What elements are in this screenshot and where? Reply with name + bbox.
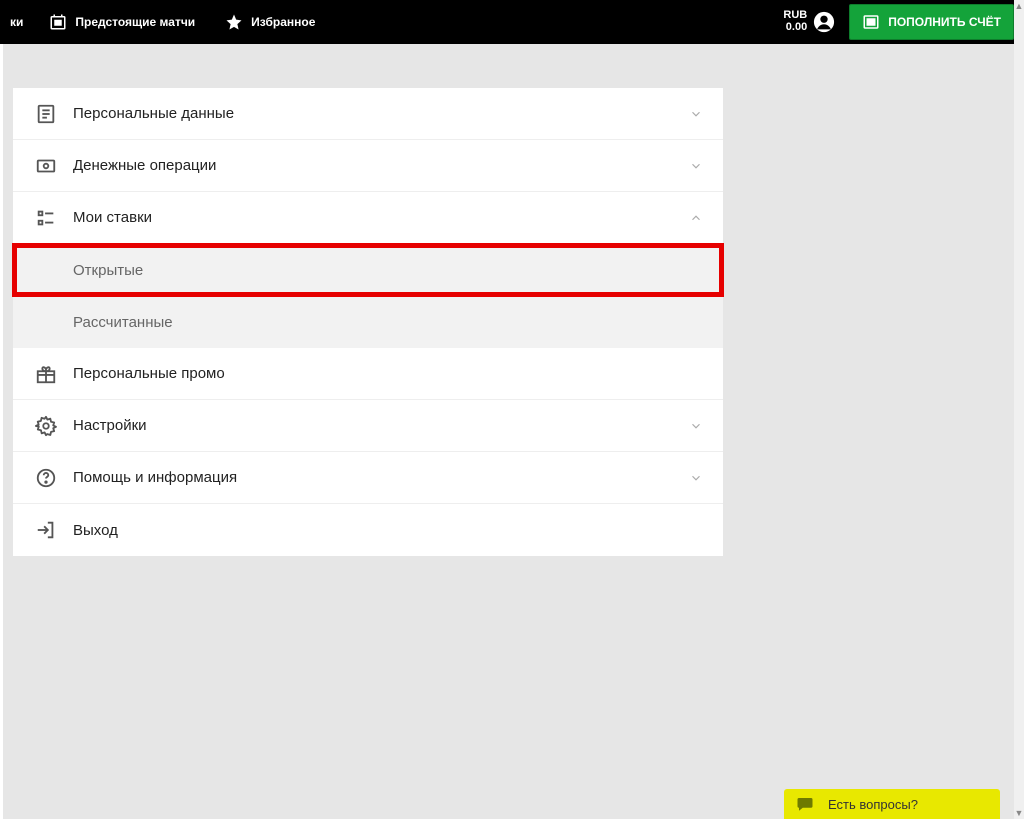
nav-upcoming-label: Предстоящие матчи [75, 15, 195, 29]
menu-label: Выход [73, 522, 703, 539]
nav-fragment-label: ки [10, 15, 23, 29]
menu-label: Персональные данные [73, 105, 689, 122]
submenu-settled-bets[interactable]: Рассчитанные [13, 296, 723, 348]
nav-favorites[interactable]: Избранное [225, 13, 315, 31]
submenu-open-bets[interactable]: Открытые [13, 244, 723, 296]
chevron-down-icon [689, 471, 703, 485]
balance-value: 0.00 [783, 22, 807, 34]
nav-fragment[interactable]: ки [10, 15, 23, 29]
calendar-icon [49, 13, 67, 31]
gear-icon [35, 415, 57, 437]
submenu-label: Рассчитанные [73, 314, 173, 331]
scroll-down-icon[interactable]: ▼ [1014, 807, 1024, 819]
scrollbar[interactable]: ▲ ▼ [1014, 0, 1024, 819]
document-icon [35, 103, 57, 125]
chat-icon [796, 795, 814, 813]
menu-label: Настройки [73, 417, 689, 434]
menu-help[interactable]: Помощь и информация [13, 452, 723, 504]
content-area: Персональные данные Денежные операции Мо… [3, 44, 1014, 819]
menu-settings[interactable]: Настройки [13, 400, 723, 452]
deposit-button[interactable]: ПОПОЛНИТЬ СЧЁТ [849, 4, 1014, 40]
menu-label: Персональные промо [73, 365, 703, 382]
nav-favorites-label: Избранное [251, 15, 315, 29]
scroll-up-icon[interactable]: ▲ [1014, 0, 1024, 12]
menu-logout[interactable]: Выход [13, 504, 723, 556]
submenu-label: Открытые [73, 262, 143, 279]
menu-personal-promo[interactable]: Персональные промо [13, 348, 723, 400]
logout-icon [35, 519, 57, 541]
chat-widget[interactable]: Есть вопросы? [784, 789, 1000, 819]
menu-personal-data[interactable]: Персональные данные [13, 88, 723, 140]
chevron-up-icon [689, 211, 703, 225]
help-icon [35, 467, 57, 489]
menu-my-bets[interactable]: Мои ставки [13, 192, 723, 244]
deposit-label: ПОПОЛНИТЬ СЧЁТ [888, 15, 1001, 29]
list-icon [35, 207, 57, 229]
chevron-down-icon [689, 107, 703, 121]
menu-money-ops[interactable]: Денежные операции [13, 140, 723, 192]
account-icon[interactable] [813, 11, 835, 33]
gift-icon [35, 363, 57, 385]
star-icon [225, 13, 243, 31]
balance-display: RUB 0.00 [783, 10, 807, 33]
my-bets-submenu: Открытые Рассчитанные [13, 244, 723, 348]
menu-label: Помощь и информация [73, 469, 689, 486]
topbar: ки Предстоящие матчи Избранное RUB 0.00 … [0, 0, 1024, 44]
chevron-down-icon [689, 159, 703, 173]
menu-label: Мои ставки [73, 209, 689, 226]
account-menu: Персональные данные Денежные операции Мо… [13, 88, 723, 556]
deposit-icon [862, 13, 880, 31]
money-icon [35, 155, 57, 177]
chat-label: Есть вопросы? [828, 797, 918, 812]
nav-upcoming[interactable]: Предстоящие матчи [49, 13, 195, 31]
chevron-down-icon [689, 419, 703, 433]
menu-label: Денежные операции [73, 157, 689, 174]
